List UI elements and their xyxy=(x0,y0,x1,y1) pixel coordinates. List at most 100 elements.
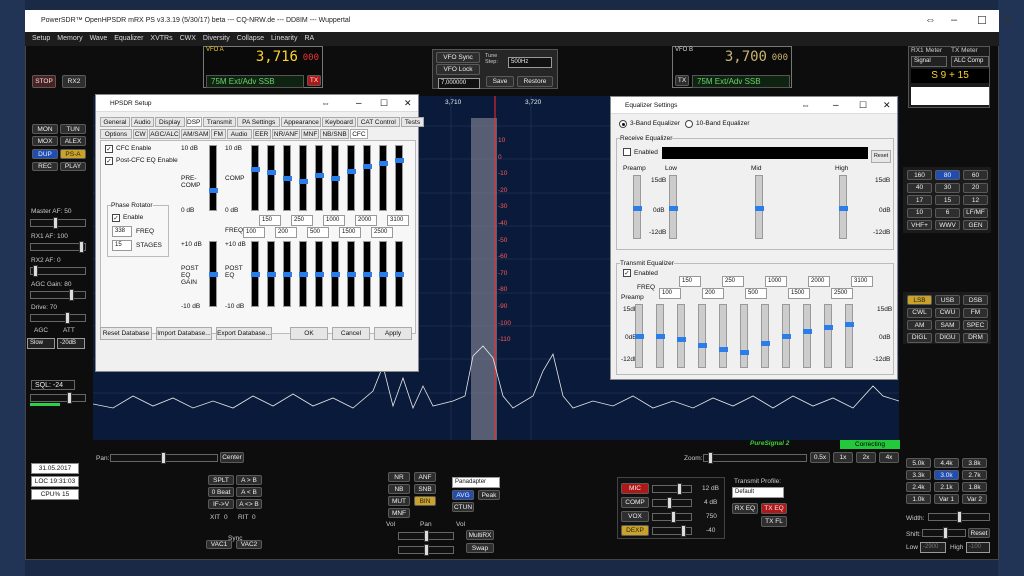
band-button-80[interactable]: 80 xyxy=(935,170,960,180)
hpsdr-tab-display[interactable]: Display xyxy=(154,117,185,127)
comp-band-slider[interactable] xyxy=(395,145,404,211)
hpsdr-tab-keyboard[interactable]: Keyboard xyxy=(322,117,356,127)
filter-button[interactable]: 3.8k xyxy=(962,458,987,468)
vfo-lock-button[interactable]: VFO Lock xyxy=(436,64,480,75)
band-button-vhf[interactable]: VHF+ xyxy=(907,220,932,230)
center-button[interactable]: Center xyxy=(220,452,244,463)
tx-eq-band-slider[interactable] xyxy=(698,304,707,368)
freq-top-field[interactable]: 2000 xyxy=(355,215,377,226)
mode-button-spec[interactable]: SPEC xyxy=(963,320,988,330)
tx-eq-band-slider[interactable] xyxy=(635,304,644,368)
agc-select[interactable]: Slow xyxy=(27,338,55,349)
apply-button[interactable]: Apply xyxy=(374,327,412,340)
rx-mid-slider[interactable] xyxy=(755,175,764,239)
cfc-enable-checkbox[interactable]: ✓ xyxy=(105,145,113,153)
freq-top-field[interactable]: 3100 xyxy=(387,215,409,226)
band10-radio[interactable] xyxy=(685,120,693,128)
zoom-05-button[interactable]: 0.5x xyxy=(810,452,830,463)
tx-eq-band-slider[interactable] xyxy=(845,304,854,368)
freq-top-field[interactable]: 150 xyxy=(259,215,281,226)
dsp-subtab-agcalc[interactable]: AGC/ALC xyxy=(148,129,181,139)
filter-button[interactable]: Var 2 xyxy=(962,494,987,504)
rec-button[interactable]: REC xyxy=(32,162,58,171)
eq-resize-icon[interactable]: ⇔ xyxy=(801,100,810,110)
mnf-button[interactable]: MNF xyxy=(388,508,410,518)
comp-band-slider[interactable] xyxy=(363,145,372,211)
post-eq-band-slider[interactable] xyxy=(283,241,292,307)
post-eq-band-slider[interactable] xyxy=(379,241,388,307)
band3-radio[interactable] xyxy=(619,120,627,128)
comp-band-slider[interactable] xyxy=(267,145,276,211)
comp-band-slider[interactable] xyxy=(347,145,356,211)
vfob-tx-button[interactable]: TX xyxy=(675,75,689,86)
menu-item-equalizer[interactable]: Equalizer xyxy=(114,32,143,46)
alex-button[interactable]: ALEX xyxy=(60,136,86,146)
hpsdr-minimize-icon[interactable]: – xyxy=(356,98,362,109)
freq-bot-field[interactable]: 200 xyxy=(275,227,297,238)
mode-button-sam[interactable]: SAM xyxy=(935,320,960,330)
mode-button-fm[interactable]: FM xyxy=(963,307,988,318)
hpsdr-tab-appearance[interactable]: Appearance xyxy=(281,117,322,127)
hpsdr-tab-pasettings[interactable]: PA Settings xyxy=(237,117,281,127)
reset-database-button[interactable]: Reset Database xyxy=(100,327,152,340)
dsp-subtab-audio[interactable]: Audio xyxy=(226,129,252,139)
tx-freq-top-field[interactable]: 150 xyxy=(679,276,701,287)
resize-icon[interactable]: ⇔ xyxy=(925,14,936,26)
nb-button[interactable]: NB xyxy=(388,484,410,494)
comp-band-slider[interactable] xyxy=(283,145,292,211)
rx-pan-slider[interactable] xyxy=(398,530,454,542)
post-eq-band-slider[interactable] xyxy=(267,241,276,307)
mic-slider[interactable] xyxy=(652,483,692,495)
zero-beat-button[interactable]: 0 Beat xyxy=(208,487,234,497)
band-button-12[interactable]: 12 xyxy=(963,195,988,205)
freq-bot-field[interactable]: 2500 xyxy=(371,227,393,238)
tx-eq-band-slider[interactable] xyxy=(719,304,728,368)
mode-button-cwu[interactable]: CWU xyxy=(935,307,960,318)
filter-button[interactable]: 4.4k xyxy=(934,458,959,468)
post-eq-band-slider[interactable] xyxy=(315,241,324,307)
tx-freq-bot-field[interactable]: 2500 xyxy=(831,288,853,299)
menu-item-setup[interactable]: Setup xyxy=(32,32,50,46)
rx1-meter-select[interactable]: Signal xyxy=(911,56,947,67)
comp-band-slider[interactable] xyxy=(315,145,324,211)
eq-maximize-icon[interactable]: ☐ xyxy=(859,100,867,111)
tx-freq-top-field[interactable]: 250 xyxy=(722,276,744,287)
filter-button[interactable]: Var 1 xyxy=(934,494,959,504)
dsp-subtab-mnf[interactable]: MNF xyxy=(301,129,320,139)
post-eq-band-slider[interactable] xyxy=(395,241,404,307)
hpsdr-tab-audio[interactable]: Audio xyxy=(130,117,154,127)
rx-eq-button[interactable]: RX EQ xyxy=(732,503,758,514)
high-field[interactable]: -100 xyxy=(966,542,990,553)
hpsdr-tab-tests[interactable]: Tests xyxy=(401,117,424,127)
band-button-30[interactable]: 30 xyxy=(935,182,960,193)
comp-button[interactable]: COMP xyxy=(621,497,649,508)
pre-comp-slider[interactable] xyxy=(209,145,218,211)
filter-button[interactable]: 3.3k xyxy=(906,470,931,480)
freq-bot-field[interactable]: 500 xyxy=(307,227,329,238)
post-eq-band-slider[interactable] xyxy=(347,241,356,307)
tx-freq-top-field[interactable]: 1000 xyxy=(765,276,787,287)
hpsdr-tab-general[interactable]: General xyxy=(100,117,130,127)
tx-eq-enabled-checkbox[interactable]: ✓ xyxy=(623,269,631,277)
mode-button-usb[interactable]: USB xyxy=(935,295,960,305)
eq-minimize-icon[interactable]: – xyxy=(833,100,839,111)
post-eq-gain-slider[interactable] xyxy=(209,241,218,307)
rotator-freq-field[interactable]: 338 xyxy=(112,226,132,237)
band-button-15[interactable]: 15 xyxy=(935,195,960,205)
mox-button[interactable]: MOX xyxy=(32,136,58,146)
tx-eq-band-slider[interactable] xyxy=(677,304,686,368)
band-button-17[interactable]: 17 xyxy=(907,195,932,205)
tx-meter-select[interactable]: ALC Comp xyxy=(951,56,989,67)
filter-button[interactable]: 3.0k xyxy=(934,470,959,480)
ctun-button[interactable]: CTUN xyxy=(452,502,474,512)
hpsdr-tab-catcontrol[interactable]: CAT Control xyxy=(356,117,400,127)
dup-button[interactable]: DUP xyxy=(32,149,58,159)
peak-button[interactable]: Peak xyxy=(478,490,500,500)
vfo-sync-button[interactable]: VFO Sync xyxy=(436,52,480,63)
vac1-button[interactable]: VAC1 xyxy=(206,540,232,549)
close-icon[interactable]: ✕ xyxy=(1003,14,1012,27)
width-slider[interactable] xyxy=(928,511,990,523)
dexp-button[interactable]: DEXP xyxy=(621,525,649,536)
mode-button-am[interactable]: AM xyxy=(907,320,932,330)
dsp-subtab-eer[interactable]: EER xyxy=(252,129,271,139)
